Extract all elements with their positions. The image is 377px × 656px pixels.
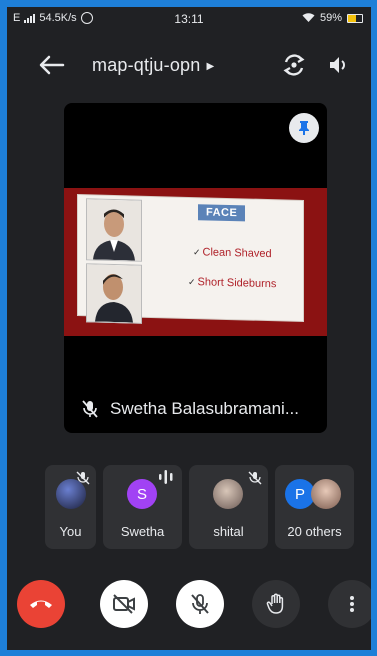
- shared-slide: FACE ✓ Clean Shaved ✓ Short Sideburns: [64, 188, 327, 336]
- mic-toggle-button[interactable]: [176, 580, 224, 628]
- meeting-title[interactable]: map-qtju-opn ▶: [92, 55, 214, 76]
- slide-point: ✓ Short Sideburns: [188, 276, 277, 291]
- back-arrow-icon[interactable]: [37, 53, 65, 77]
- device-frame: E 54.5K/s 13:11 59% map-qtju-opn ▶ FACE …: [0, 0, 377, 656]
- presenter-tile[interactable]: FACE ✓ Clean Shaved ✓ Short Sideburns Swet…: [64, 103, 327, 433]
- avatar: [213, 479, 243, 509]
- pin-button[interactable]: [289, 113, 319, 143]
- raise-hand-button[interactable]: [252, 580, 300, 628]
- participant-tile-others[interactable]: P 20 others: [275, 465, 354, 549]
- slide-heading: FACE: [198, 204, 246, 222]
- status-right: 59%: [302, 12, 363, 24]
- more-vert-icon: [350, 596, 354, 612]
- more-options-button[interactable]: [328, 580, 371, 628]
- call-controls: [7, 573, 371, 633]
- participant-tile-shital[interactable]: shital: [189, 465, 268, 549]
- participant-label: Swetha: [120, 524, 165, 539]
- mic-off-icon: [76, 471, 90, 485]
- slide-board: FACE ✓ Clean Shaved ✓ Short Sideburns: [78, 195, 303, 324]
- wifi-icon: [302, 13, 315, 22]
- mic-off-icon: [82, 400, 98, 418]
- hang-up-icon: [30, 600, 52, 608]
- mic-off-icon: [191, 594, 209, 614]
- presenter-name-row: Swetha Balasubramani...: [82, 399, 299, 419]
- battery-icon: [347, 13, 363, 23]
- avatar: S: [127, 479, 157, 509]
- portrait-front-image: [86, 198, 142, 262]
- caret-right-icon: ▶: [206, 61, 215, 72]
- slide-point: ✓ Clean Shaved: [193, 246, 272, 261]
- presenter-name: Swetha Balasubramani...: [110, 399, 299, 418]
- meeting-code: map-qtju-opn: [92, 55, 201, 75]
- hand-icon: [266, 593, 284, 614]
- avatar: [311, 479, 341, 509]
- participant-strip: You S Swetha shital P 20 others: [45, 465, 355, 549]
- participant-label: shital: [213, 524, 244, 539]
- avatar-letter: S: [136, 485, 147, 503]
- battery-percent: 59%: [319, 12, 342, 24]
- pin-icon: [299, 121, 309, 135]
- portrait-side-image: [86, 263, 142, 324]
- speaker-icon[interactable]: [327, 54, 351, 76]
- avatar-letter: P: [294, 485, 305, 503]
- camera-toggle-button[interactable]: [100, 580, 148, 628]
- meeting-screen: E 54.5K/s 13:11 59% map-qtju-opn ▶ FACE …: [7, 7, 371, 650]
- status-bar: E 54.5K/s 13:11 59%: [7, 7, 371, 29]
- end-call-button[interactable]: [17, 580, 65, 628]
- camera-off-icon: [113, 594, 135, 614]
- switch-camera-icon[interactable]: [281, 52, 307, 78]
- check-icon: ✓: [193, 247, 201, 258]
- participant-tile-you[interactable]: You: [45, 465, 96, 549]
- check-icon: ✓: [188, 276, 196, 288]
- top-app-bar: map-qtju-opn ▶: [7, 45, 371, 85]
- speaking-indicator-icon: [159, 470, 173, 484]
- participant-label: You: [59, 524, 82, 539]
- participant-tile-swetha[interactable]: S Swetha: [103, 465, 182, 549]
- mic-off-icon: [248, 471, 262, 485]
- participant-label: 20 others: [287, 524, 342, 539]
